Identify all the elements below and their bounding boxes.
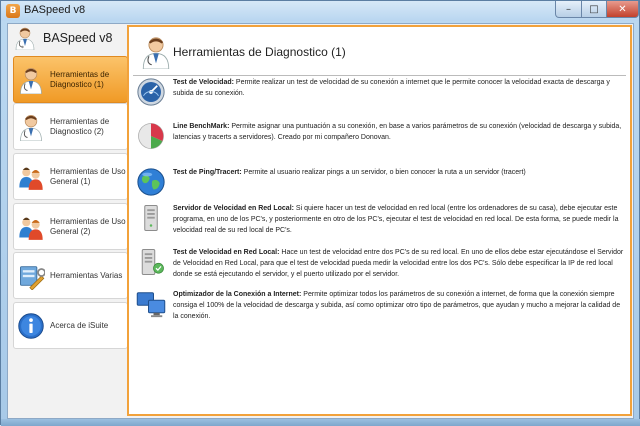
sidebar-item-label: Herramientas de Diagnostico (1)	[50, 69, 110, 89]
tool-name: Line BenchMark:	[173, 123, 230, 130]
title-bar[interactable]: B BASpeed v8 – □ ✕	[1, 1, 639, 21]
sidebar-item-label: Herramientas de Uso General (1)	[50, 166, 126, 186]
users-icon	[17, 163, 45, 191]
sidebar-item-varias[interactable]: Herramientas Varias	[13, 252, 128, 299]
main-panel: Herramientas de Diagnostico (1) Test de …	[127, 25, 632, 416]
tool-name: Test de Velocidad:	[173, 79, 234, 86]
window-title: BASpeed v8	[24, 4, 86, 16]
sidebar-item-acerca[interactable]: Acerca de iSuite	[13, 302, 128, 349]
tool-description: Test de Velocidad en Red Local: Hace un …	[173, 247, 625, 280]
sidebar-item-uso-general-2[interactable]: Herramientas de Uso General (2)	[13, 203, 128, 250]
sidebar-item-label: Acerca de iSuite	[50, 320, 109, 330]
monitors-icon[interactable]	[136, 289, 166, 319]
tool-name: Test de Velocidad en Red Local:	[173, 249, 280, 256]
globe-icon[interactable]	[136, 167, 166, 197]
sidebar-item-label: Herramientas Varias	[50, 270, 123, 280]
app-window: B BASpeed v8 – □ ✕ BASpeed v8 Herramient…	[0, 0, 640, 426]
minimize-button[interactable]: –	[555, 1, 582, 18]
sidebar-item-label: Herramientas de Diagnostico (2)	[50, 116, 110, 136]
panel-header: Herramientas de Diagnostico (1)	[133, 31, 626, 76]
tool-description: Test de Velocidad: Permite realizar un t…	[173, 77, 625, 99]
tool-desc: Permite al usuario realizar pings a un s…	[241, 169, 526, 176]
doctor-logo-icon	[13, 26, 37, 51]
tool-desc: Permite realizar un test de velocidad de…	[173, 79, 610, 97]
doctor-icon	[17, 66, 45, 94]
doctor-icon	[139, 35, 173, 70]
users-icon	[17, 213, 45, 241]
server-icon[interactable]	[136, 203, 166, 233]
brand: BASpeed v8	[9, 25, 128, 51]
sidebar-item-uso-general-1[interactable]: Herramientas de Uso General (1)	[13, 153, 128, 200]
doctor-icon	[17, 113, 45, 141]
close-button[interactable]: ✕	[606, 1, 639, 18]
pie-chart-icon[interactable]	[136, 121, 166, 151]
sidebar-item-diagnostico-1[interactable]: Herramientas de Diagnostico (1)	[13, 56, 128, 103]
sidebar: BASpeed v8 Herramientas de Diagnostico (…	[9, 25, 128, 417]
tool-description: Optimizador de la Conexión a Internet: P…	[173, 289, 625, 322]
sidebar-item-label: Herramientas de Uso General (2)	[50, 216, 126, 236]
speedometer-icon[interactable]	[136, 77, 166, 107]
tool-name: Test de Ping/Tracert:	[173, 169, 242, 176]
tools-icon	[17, 262, 46, 290]
server-check-icon[interactable]	[136, 247, 166, 277]
sidebar-item-diagnostico-2[interactable]: Herramientas de Diagnostico (2)	[13, 103, 128, 150]
tool-name: Servidor de Velocidad en Red Local:	[173, 205, 294, 212]
tool-desc: Permite asignar una puntuación a su cone…	[173, 123, 622, 141]
tool-name: Optimizador de la Conexión a Internet:	[173, 291, 302, 298]
info-icon	[17, 312, 45, 340]
brand-name: BASpeed v8	[43, 31, 113, 45]
tool-description: Test de Ping/Tracert: Permite al usuario…	[173, 167, 625, 178]
tool-description: Line BenchMark: Permite asignar una punt…	[173, 121, 625, 143]
app-icon: B	[6, 4, 20, 18]
maximize-button[interactable]: □	[581, 1, 607, 18]
page-title: Herramientas de Diagnostico (1)	[173, 45, 346, 59]
tool-description: Servidor de Velocidad en Red Local: Si q…	[173, 203, 625, 236]
